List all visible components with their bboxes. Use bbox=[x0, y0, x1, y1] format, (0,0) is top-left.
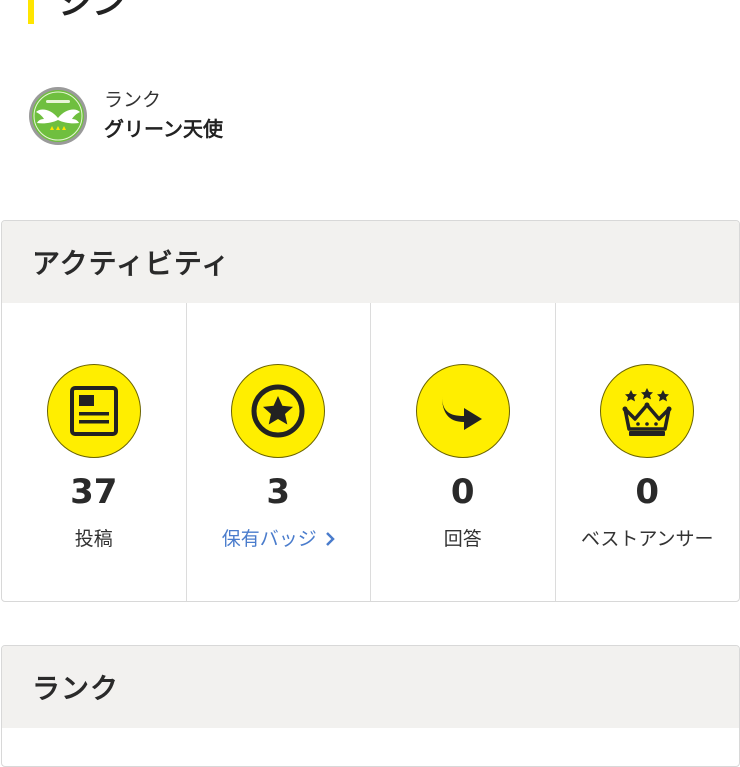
reply-arrow-icon bbox=[415, 364, 510, 458]
star-badge-icon bbox=[231, 364, 326, 458]
posts-label: 投稿 bbox=[74, 528, 113, 550]
rank-header: ランク bbox=[2, 646, 739, 728]
chevron-right-icon bbox=[325, 532, 335, 546]
page-title: シン bbox=[28, 0, 126, 26]
stat-badges: 3 保有バッジ bbox=[187, 303, 371, 601]
rank-label: ランク bbox=[104, 89, 162, 111]
page-title-text: シン bbox=[58, 0, 126, 23]
rank-summary: ランク グリーン天使 bbox=[28, 86, 223, 146]
badges-count: 3 bbox=[266, 472, 291, 512]
rank-name: グリーン天使 bbox=[104, 117, 223, 141]
stat-best-answers: 0 ベストアンサー bbox=[556, 303, 740, 601]
answers-count: 0 bbox=[450, 472, 475, 512]
rank-card: ランク bbox=[1, 645, 740, 767]
document-icon bbox=[46, 364, 141, 458]
answers-label: 回答 bbox=[443, 528, 482, 550]
crown-icon bbox=[600, 364, 695, 458]
activity-stats: 37 投稿 3 保有バッジ 0 回答 0 ベストアンサー bbox=[2, 303, 739, 601]
activity-card: アクティビティ 37 投稿 3 保有バッジ 0 回答 0 ベストアンサー bbox=[1, 220, 740, 602]
stat-answers: 0 回答 bbox=[371, 303, 556, 601]
best-answers-label: ベストアンサー bbox=[580, 528, 714, 550]
badges-link[interactable]: 保有バッジ bbox=[222, 526, 335, 552]
rank-section-title: ランク bbox=[32, 672, 120, 705]
stat-posts: 37 投稿 bbox=[2, 303, 187, 601]
activity-header: アクティビティ bbox=[2, 221, 739, 303]
rank-badge-avatar bbox=[29, 87, 87, 145]
activity-title: アクティビティ bbox=[32, 247, 231, 280]
badges-label: 保有バッジ bbox=[221, 528, 317, 550]
best-answers-count: 0 bbox=[635, 472, 660, 512]
posts-count: 37 bbox=[70, 472, 118, 512]
